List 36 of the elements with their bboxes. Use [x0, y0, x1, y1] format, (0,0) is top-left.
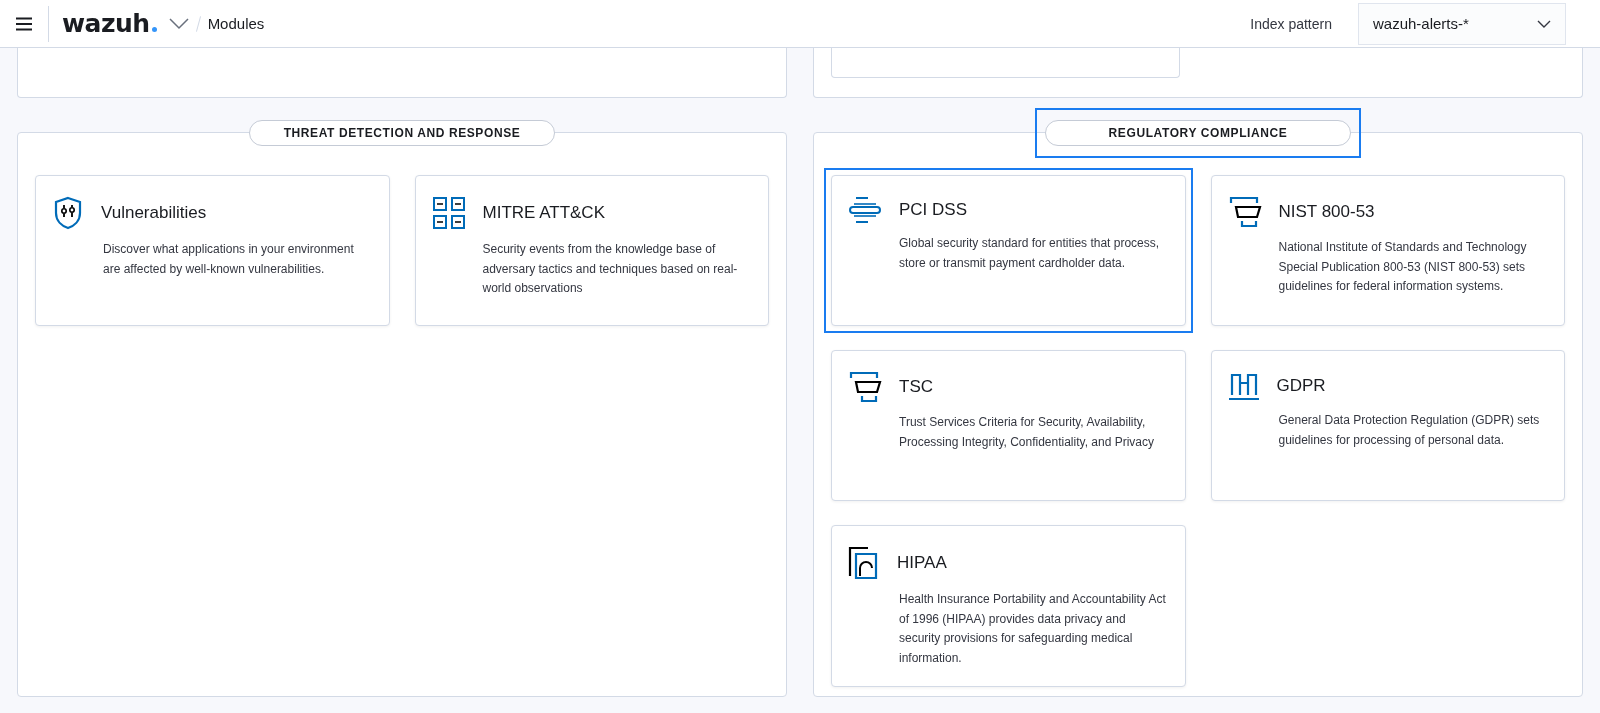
- module-title: NIST 800-53: [1278, 202, 1375, 222]
- wazuh-logo[interactable]: wazuh: [62, 9, 157, 38]
- module-description: General Data Protection Regulation (GDPR) sets guidelines for processing of personal data.: [1278, 412, 1541, 449]
- chevron-down-icon: [1537, 19, 1551, 28]
- module-card[interactable]: MITRE ATT&CK Security events from the knowledge base of adversary tactics and techniques based on real-world observations: [414, 175, 769, 326]
- module-description: Security events from the knowledge base of adversary tactics and techniques based on real-world observations: [482, 241, 739, 297]
- section-title: THREAT DETECTION AND RESPONSE: [249, 120, 555, 146]
- module-card[interactable]: GDPR General Data Protection Regulation (GDPR) sets guidelines for processing of personal data.: [1210, 350, 1565, 501]
- module-title: GDPR: [1276, 376, 1326, 396]
- module-card[interactable]: Vulnerabilities Discover what applications in your environment are affected by well-known vulnerabilities.: [35, 175, 390, 326]
- module-title: TSC: [899, 377, 933, 397]
- module-card[interactable]: TSC Trust Services Criteria for Security, Availability, Processing Integrity, Confidentiality, and Privacy: [831, 350, 1186, 501]
- module-card[interactable]: PCI DSS Global security standard for entities that process, store or transmit payment cardholder data.: [831, 175, 1186, 326]
- frame-icon: [1227, 196, 1262, 228]
- document-icon: [848, 546, 880, 580]
- module-title: MITRE ATT&CK: [482, 203, 605, 223]
- module-description: Health Insurance Portability and Accountability Act of 1996 (HIPAA) provides data privacy and security provisions for safeguarding medical information.: [899, 591, 1167, 667]
- module-card[interactable]: NIST 800-53 National Institute of Standards and Technology Special Publication 800-53 (NIST 800-53) sets guidelines for federal information systems.: [1210, 175, 1565, 326]
- module-description: Global security standard for entities that process, store or transmit payment cardholder data.: [899, 235, 1161, 272]
- index-pattern-select[interactable]: wazuh-alerts-*: [1358, 2, 1566, 45]
- grid-icon: [431, 196, 466, 230]
- module-title: PCI DSS: [899, 200, 968, 220]
- module-title: HIPAA: [897, 553, 947, 573]
- shield-icon: [52, 196, 84, 230]
- module-card[interactable]: HIPAA Health Insurance Portability and Accountability Act of 1996 (HIPAA) provides data privacy and security provisions for safeguarding medical information.: [831, 525, 1186, 687]
- module-description: National Institute of Standards and Technology Special Publication 800-53 (NIST 800-53) sets guidelines for federal information systems.: [1278, 239, 1528, 295]
- section-title: REGULATORY COMPLIANCE: [1045, 120, 1351, 146]
- index-pattern-label: Index pattern: [1250, 15, 1332, 32]
- frame-icon: [848, 371, 882, 403]
- breadcrumb: Modules: [207, 15, 265, 32]
- module-description: Trust Services Criteria for Security, Availability, Processing Integrity, Confidentiality, and Privacy: [899, 414, 1155, 451]
- module-description: Discover what applications in your environment are affected by well-known vulnerabilities.: [103, 241, 355, 278]
- columns-icon: [1227, 371, 1260, 401]
- chevron-down-icon[interactable]: [168, 17, 189, 30]
- module-title: Vulnerabilities: [101, 203, 207, 223]
- lines-icon: [848, 196, 882, 224]
